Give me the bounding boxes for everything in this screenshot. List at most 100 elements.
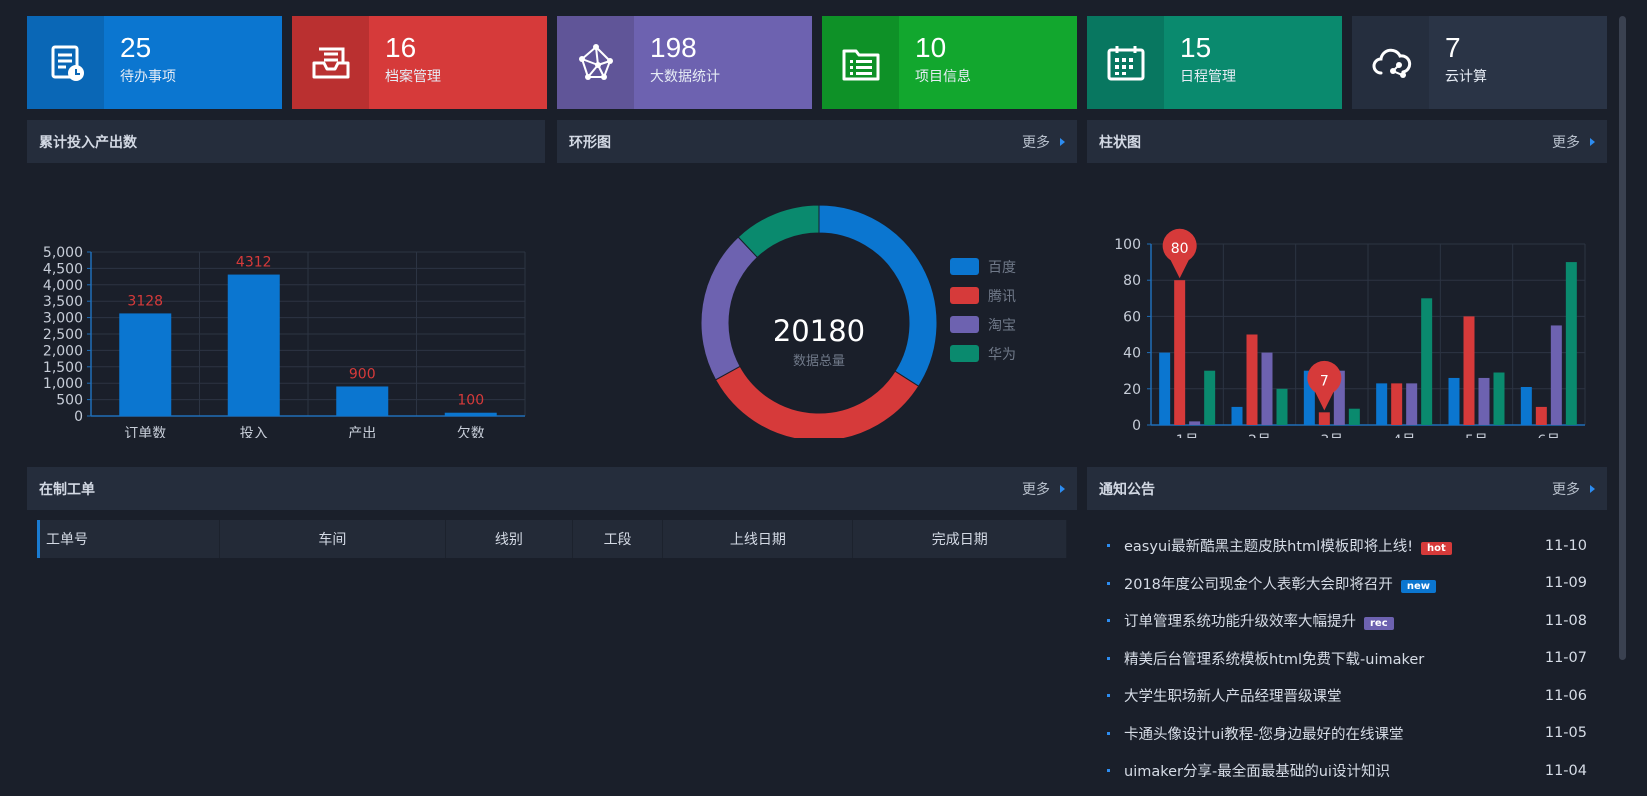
x-tick-label: 2月 <box>1248 433 1271 438</box>
more-link[interactable]: 更多 <box>1552 479 1595 499</box>
monthly-bar-chart: 0 20 40 60 80 100 1月 2月 3月 4月 5月 6月 80 7 <box>1114 228 1586 438</box>
x-tick-label: 6月 <box>1537 433 1560 438</box>
column-header[interactable]: 车间 <box>220 520 447 558</box>
notice-item[interactable]: 大学生职场新人产品经理晋级课堂 11-06 <box>1107 677 1587 715</box>
donut-slice[interactable] <box>737 204 820 259</box>
column-header[interactable]: 工段 <box>573 520 664 558</box>
notice-date: 11-05 <box>1544 725 1587 742</box>
legend-label[interactable]: 华为 <box>988 347 1016 363</box>
bar[interactable] <box>1478 377 1490 425</box>
folder-icon <box>842 49 879 80</box>
pin-marker[interactable]: 80 <box>1162 228 1197 279</box>
page-scrollbar[interactable] <box>1619 16 1626 660</box>
bullet-icon <box>1107 619 1110 623</box>
column-header[interactable]: 上线日期 <box>663 520 854 558</box>
panel-column: 柱状图 更多 0 20 40 60 80 100 1月 2月 3月 4月 5月 6月 80 7 <box>1087 120 1607 438</box>
bar[interactable] <box>1159 352 1171 425</box>
legend-swatch[interactable] <box>950 316 979 333</box>
bar[interactable] <box>1406 383 1418 425</box>
y-tick-label: 40 <box>1123 346 1141 362</box>
legend-label[interactable]: 淘宝 <box>988 318 1016 334</box>
x-tick-label: 欠数 <box>457 426 485 438</box>
stat-card[interactable]: 16 档案管理 <box>292 16 547 109</box>
notice-item[interactable]: easyui最新酷黑主题皮肤html模板即将上线! hot 11-10 <box>1107 527 1587 565</box>
more-link[interactable]: 更多 <box>1552 132 1595 152</box>
notice-badge: new <box>1400 579 1437 593</box>
ring-total-label: 数据总量 <box>793 354 845 369</box>
bar[interactable] <box>1421 298 1433 425</box>
bullet-icon <box>1107 581 1110 585</box>
bar[interactable] <box>1391 383 1403 425</box>
notice-badge: rec <box>1364 617 1394 631</box>
bar[interactable] <box>1348 408 1360 425</box>
stat-card[interactable]: 198 大数据统计 <box>557 16 812 109</box>
bar[interactable] <box>1318 412 1330 425</box>
bar[interactable] <box>1189 421 1201 425</box>
bar[interactable] <box>1535 406 1547 425</box>
notice-title: 卡通头像设计ui教程-您身边最好的在线课堂 <box>1124 726 1404 743</box>
notice-title: uimaker分享-最全面最基础的ui设计知识 <box>1124 764 1390 781</box>
more-link[interactable]: 更多 <box>1022 132 1065 152</box>
stat-card[interactable]: 25 待办事项 <box>27 16 282 109</box>
notice-date: 11-08 <box>1544 612 1587 629</box>
stat-label: 大数据统计 <box>650 69 720 85</box>
bullet-icon <box>1107 544 1110 548</box>
data-label: 900 <box>349 366 376 382</box>
notice-title: 精美后台管理系统模板html免费下载-uimaker <box>1124 651 1425 668</box>
column-header[interactable]: 工单号 <box>40 520 220 558</box>
y-tick-label: 0 <box>1132 418 1141 434</box>
column-header[interactable]: 完成日期 <box>853 520 1067 558</box>
legend-label[interactable]: 腾讯 <box>988 288 1016 305</box>
y-tick-label: 1,000 <box>43 376 83 392</box>
bar[interactable] <box>119 313 172 416</box>
cloud-icon <box>1372 48 1411 78</box>
notice-title: 2018年度公司现金个人表彰大会即将召开 <box>1124 576 1393 593</box>
bar[interactable] <box>1463 316 1475 425</box>
bar[interactable] <box>1493 372 1505 425</box>
bar[interactable] <box>1261 352 1273 425</box>
stat-label: 档案管理 <box>385 69 441 85</box>
donut-slice[interactable] <box>714 365 920 438</box>
bar[interactable] <box>1565 262 1577 425</box>
legend-swatch[interactable] <box>950 287 979 304</box>
notice-item[interactable]: 2018年度公司现金个人表彰大会即将召开 new 11-09 <box>1107 565 1587 603</box>
bar[interactable] <box>227 274 280 416</box>
bar[interactable] <box>444 412 497 416</box>
notice-date: 11-07 <box>1544 650 1587 667</box>
column-header[interactable]: 线别 <box>446 520 573 558</box>
cumulative-bar-chart: 05001,0001,5002,0002,5003,0003,5004,0004… <box>43 245 526 438</box>
bar[interactable] <box>1376 383 1388 425</box>
bar[interactable] <box>1550 325 1562 425</box>
notice-item[interactable]: uimaker分享-最全面最基础的ui设计知识 11-04 <box>1107 752 1587 790</box>
data-label: 3128 <box>127 293 163 309</box>
bar[interactable] <box>1204 370 1216 425</box>
notice-item[interactable]: 卡通头像设计ui教程-您身边最好的在线课堂 11-05 <box>1107 715 1587 753</box>
more-link[interactable]: 更多 <box>1022 479 1065 499</box>
data-label: 100 <box>457 393 484 409</box>
bar[interactable] <box>1276 388 1288 425</box>
bar[interactable] <box>1520 386 1532 425</box>
stat-icon-box <box>27 16 104 109</box>
bar[interactable] <box>1174 280 1186 425</box>
donut-slice[interactable] <box>700 236 759 381</box>
bar[interactable] <box>336 386 389 416</box>
stat-card[interactable]: 7 云计算 <box>1352 16 1607 109</box>
y-tick-label: 2,500 <box>43 327 83 343</box>
panel-title: 环形图 <box>569 134 611 151</box>
bullet-icon <box>1107 731 1110 735</box>
legend-swatch[interactable] <box>950 258 979 275</box>
stat-value: 15 <box>1180 32 1212 63</box>
legend-swatch[interactable] <box>950 345 979 362</box>
bar[interactable] <box>1231 406 1243 425</box>
bar[interactable] <box>1448 377 1460 425</box>
stat-value: 25 <box>120 32 152 63</box>
notice-item[interactable]: 精美后台管理系统模板html免费下载-uimaker 11-07 <box>1107 640 1587 678</box>
notice-title: 大学生职场新人产品经理晋级课堂 <box>1124 689 1342 706</box>
notice-item[interactable]: 订单管理系统功能升级效率大幅提升 rec 11-08 <box>1107 602 1587 640</box>
panel-notice: 通知公告 更多 easyui最新酷黑主题皮肤html模板即将上线! hot 11-1… <box>1087 467 1607 787</box>
panel-title: 柱状图 <box>1099 134 1141 151</box>
stat-card[interactable]: 15 日程管理 <box>1087 16 1342 109</box>
bar[interactable] <box>1246 334 1258 426</box>
legend-label[interactable]: 百度 <box>988 260 1016 276</box>
stat-card[interactable]: 10 项目信息 <box>822 16 1077 109</box>
